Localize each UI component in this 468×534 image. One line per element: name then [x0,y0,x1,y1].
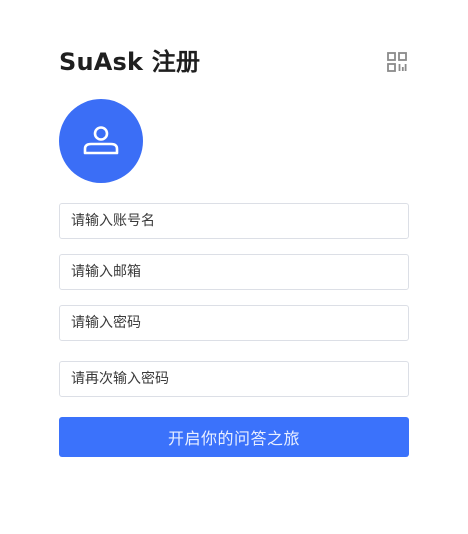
page-title: SuAsk 注册 [59,48,201,76]
qr-code-icon [387,52,407,72]
user-icon [83,126,119,155]
confirm-password-field[interactable] [59,361,409,397]
password-input[interactable] [60,306,408,340]
email-field[interactable] [59,254,409,290]
register-page: SuAsk 注册 开启你的问答之旅 [0,0,468,534]
email-input[interactable] [60,255,408,289]
submit-button[interactable]: 开启你的问答之旅 [59,417,409,457]
username-input[interactable] [60,204,408,238]
password-field[interactable] [59,305,409,341]
avatar[interactable] [59,99,143,183]
qr-code-button[interactable] [385,50,409,74]
username-field[interactable] [59,203,409,239]
confirm-password-input[interactable] [60,362,408,396]
